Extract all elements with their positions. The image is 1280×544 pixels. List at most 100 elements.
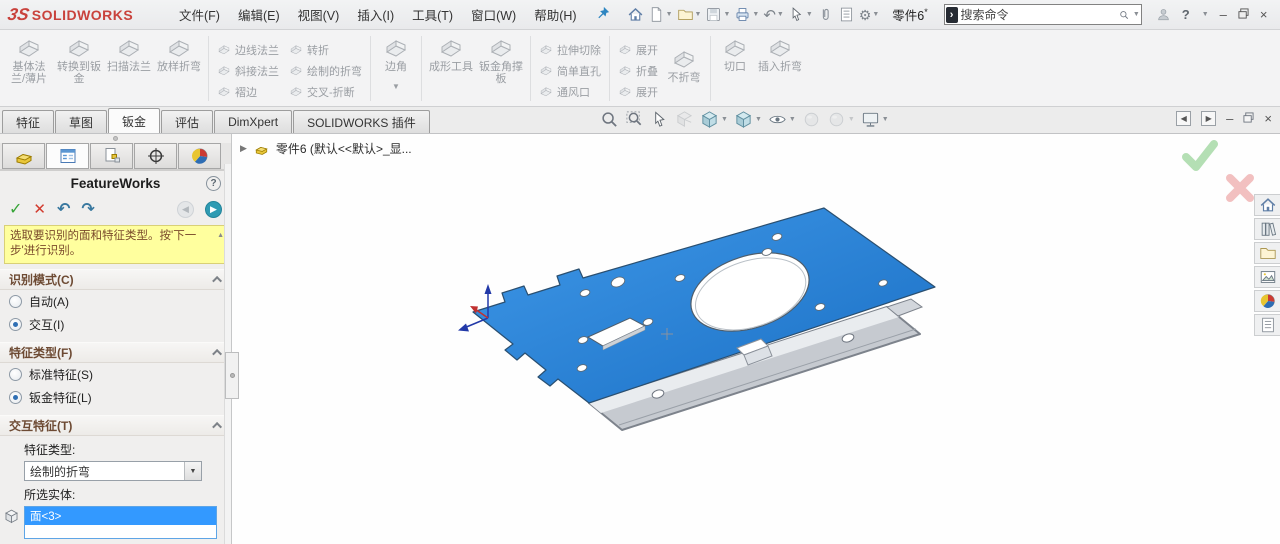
tab-dimxpert[interactable]: DimXpert	[214, 110, 292, 133]
home-button[interactable]	[626, 5, 645, 25]
new-document-button[interactable]: ▼	[647, 5, 674, 25]
chevron-down-icon[interactable]: ▼	[789, 116, 796, 123]
chevron-down-icon[interactable]: ▼	[392, 82, 400, 91]
chevron-down-icon[interactable]: ▼	[806, 11, 813, 18]
menu-help[interactable]: 帮助(H)	[525, 5, 585, 24]
doc-minimize-button[interactable]: –	[1226, 112, 1233, 125]
tab-features[interactable]: 特征	[2, 110, 54, 133]
help-icon[interactable]: ?	[206, 176, 221, 191]
menu-view[interactable]: 视图(V)	[289, 5, 349, 24]
redo-button[interactable]: ↷	[81, 199, 94, 219]
undo-button[interactable]: ↶▼	[762, 5, 785, 25]
ribbon-button-corner[interactable]: 边角▼	[375, 33, 417, 104]
tab-dimxpert-manager[interactable]	[134, 143, 177, 169]
display-style-button[interactable]: ▼	[734, 110, 762, 129]
ribbon-button-cross-break[interactable]: 交叉-折断	[285, 81, 366, 102]
next-document-button[interactable]: ▶	[1201, 111, 1216, 126]
collapse-chevron-icon[interactable]	[212, 422, 222, 432]
options-button[interactable]: ⚙▼	[858, 5, 881, 25]
ribbon-button-no-bends[interactable]: 不折弯	[662, 33, 706, 104]
ribbon-button-edge-flange[interactable]: 边线法兰	[213, 39, 283, 60]
feature-type-dropdown[interactable]: 绘制的折弯 ▼	[24, 461, 202, 481]
selected-entities-listbox[interactable]: 面<3>	[24, 506, 217, 539]
sheet-metal-part-model[interactable]	[430, 180, 970, 455]
menu-insert[interactable]: 插入(I)	[348, 5, 403, 24]
ribbon-button-sketched-bend[interactable]: 绘制的折弯	[285, 60, 366, 81]
chevron-down-icon[interactable]: ▼	[695, 11, 702, 18]
collapse-chevron-icon[interactable]	[212, 349, 222, 359]
file-properties-button[interactable]	[837, 5, 856, 25]
panel-resize-grip[interactable]	[0, 134, 231, 143]
chevron-down-icon[interactable]: ▼	[848, 116, 855, 123]
view-settings-button[interactable]: ▼	[861, 110, 889, 129]
pin-menu-icon[interactable]	[596, 6, 610, 23]
appearances-button[interactable]	[1254, 290, 1280, 312]
ribbon-button-flatten[interactable]: 展开	[614, 81, 662, 102]
zoom-to-area-button[interactable]	[625, 110, 644, 129]
ribbon-button-forming-tool[interactable]: 成形工具	[426, 33, 476, 73]
previous-document-button[interactable]: ◀	[1176, 111, 1191, 126]
ribbon-button-fold[interactable]: 折叠	[614, 60, 662, 81]
ribbon-button-unfold[interactable]: 展开	[614, 39, 662, 60]
tab-feature-manager-tree[interactable]	[2, 143, 45, 169]
tab-sketch[interactable]: 草图	[55, 110, 107, 133]
user-account-icon[interactable]	[1156, 7, 1171, 22]
edit-appearance-button[interactable]	[802, 110, 821, 129]
group-header-recognition-mode[interactable]: 识别模式(C)	[0, 269, 231, 290]
tab-property-manager[interactable]	[46, 143, 89, 169]
restore-button[interactable]	[1238, 8, 1249, 22]
file-explorer-button[interactable]	[1254, 242, 1280, 264]
radio-selected-icon[interactable]	[9, 318, 22, 331]
save-button[interactable]: ▼	[704, 5, 731, 25]
list-item-face[interactable]: 面<3>	[25, 507, 216, 525]
search-scope-icon[interactable]: ›	[946, 7, 958, 23]
doc-restore-button[interactable]	[1243, 112, 1254, 126]
next-step-button[interactable]: ▶	[205, 201, 222, 218]
menu-file[interactable]: 文件(F)	[170, 5, 229, 24]
chevron-down-icon[interactable]: ▼	[1133, 11, 1140, 18]
solidworks-resources-button[interactable]	[1254, 194, 1280, 216]
flyout-feature-tree[interactable]: ▶ 零件6 (默认<<默认>_显...	[240, 140, 412, 157]
graphics-area[interactable]: ▶ 零件6 (默认<<默认>_显...	[232, 134, 1280, 544]
ribbon-button-simple-hole[interactable]: 简单直孔	[535, 60, 605, 81]
previous-view-button[interactable]	[650, 110, 669, 129]
design-library-button[interactable]	[1254, 218, 1280, 240]
apply-scene-button[interactable]: ▼	[827, 110, 855, 129]
group-header-interactive-features[interactable]: 交互特征(T)	[0, 415, 231, 436]
help-button[interactable]: ?	[1182, 7, 1190, 22]
radio-icon[interactable]	[9, 295, 22, 308]
search-command-box[interactable]: › ▼	[944, 4, 1142, 25]
chevron-down-icon[interactable]: ▼	[721, 116, 728, 123]
confirm-cancel-icon[interactable]	[1224, 172, 1256, 204]
back-button[interactable]: ◀	[177, 201, 194, 218]
expand-arrow-icon[interactable]: ▶	[240, 143, 247, 154]
print-button[interactable]: ▼	[733, 5, 760, 25]
view-palette-button[interactable]	[1254, 266, 1280, 288]
chevron-down-icon[interactable]: ▼	[1202, 11, 1209, 18]
radio-interactive[interactable]: 交互(I)	[0, 313, 231, 336]
scroll-up-icon[interactable]: ▲	[217, 228, 224, 243]
menu-window[interactable]: 窗口(W)	[462, 5, 525, 24]
chevron-down-icon[interactable]: ▼	[755, 116, 762, 123]
confirm-ok-icon[interactable]	[1180, 138, 1220, 174]
tab-evaluate[interactable]: 评估	[161, 110, 213, 133]
ribbon-button-rip[interactable]: 切口	[715, 33, 755, 73]
ribbon-button-extruded-cut[interactable]: 拉伸切除	[535, 39, 605, 60]
collapse-chevron-icon[interactable]	[212, 276, 222, 286]
chevron-down-icon[interactable]: ▼	[666, 11, 673, 18]
ribbon-button-convert-to-sheet-metal[interactable]: 转换到钣金	[54, 33, 104, 85]
ribbon-button-hem[interactable]: 褶边	[213, 81, 283, 102]
radio-icon[interactable]	[9, 368, 22, 381]
radio-automatic[interactable]: 自动(A)	[0, 290, 231, 313]
doc-close-button[interactable]: ×	[1264, 112, 1272, 125]
ribbon-button-base-flange[interactable]: 基体法兰/薄片	[4, 33, 54, 85]
radio-sheet-metal-features[interactable]: 钣金特征(L)	[0, 386, 231, 409]
ribbon-button-miter-flange[interactable]: 斜接法兰	[213, 60, 283, 81]
cancel-button[interactable]: ✕	[33, 200, 46, 218]
zoom-to-fit-button[interactable]	[600, 110, 619, 129]
tab-solidworks-addins[interactable]: SOLIDWORKS 插件	[293, 110, 430, 133]
view-orientation-button[interactable]: ▼	[700, 110, 728, 129]
menu-tools[interactable]: 工具(T)	[403, 5, 462, 24]
ribbon-button-vent[interactable]: 通风口	[535, 81, 605, 102]
ribbon-button-jog[interactable]: 转折	[285, 39, 366, 60]
